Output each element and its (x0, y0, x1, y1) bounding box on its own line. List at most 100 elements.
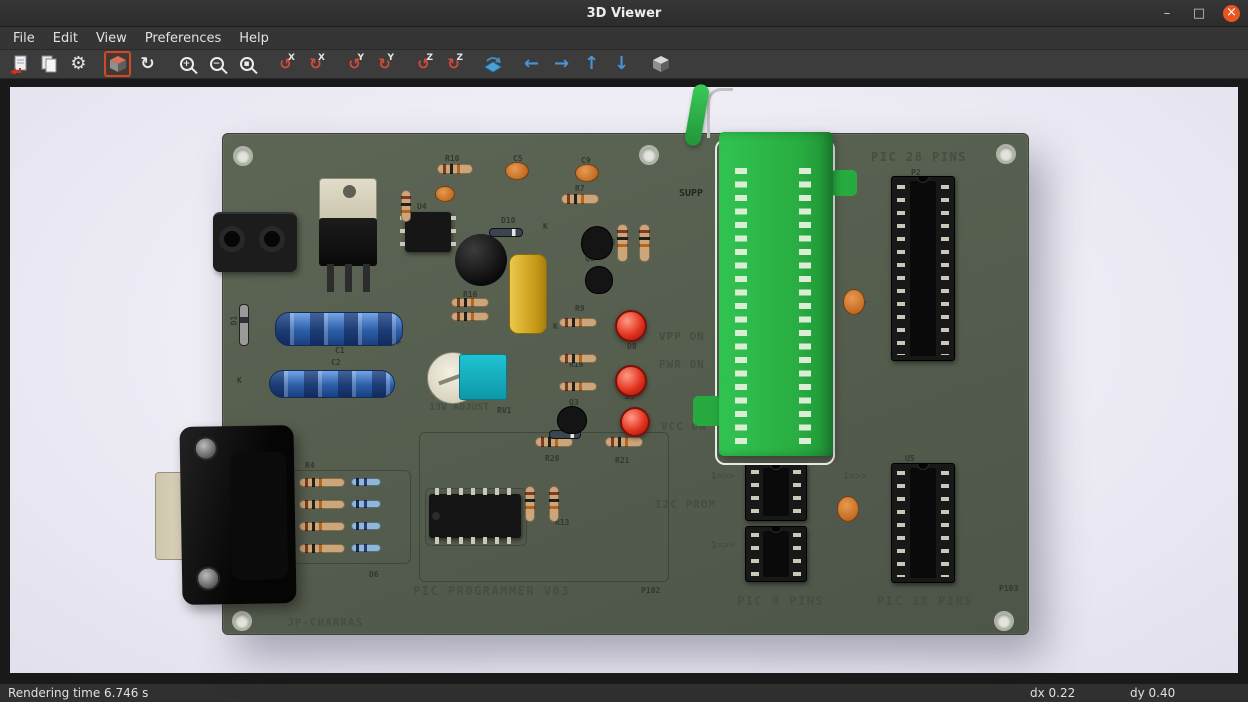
viewport-3d[interactable]: R10 C5 C9 R7 U4 D10 K R18 Q2 D1 D1 K R16… (10, 87, 1238, 673)
minimize-button[interactable]: – (1159, 6, 1175, 22)
db9-screw (196, 566, 220, 590)
socket-pins (897, 471, 905, 577)
resistor (549, 486, 559, 522)
titlebar: 3D Viewer – □ × (0, 0, 1248, 27)
capacitor-c1 (275, 312, 403, 346)
ortho-cube-icon (651, 54, 671, 74)
capacitor-round (455, 234, 507, 286)
mounting-hole (233, 146, 253, 166)
menu-view[interactable]: View (87, 28, 136, 49)
rotate-x-ccw-button[interactable]: ↺ X (272, 51, 299, 77)
silk-label: R7 (575, 184, 585, 193)
terminal-hole (219, 226, 245, 252)
move-right-button[interactable]: → (548, 51, 575, 77)
export-image-button[interactable] (5, 51, 32, 77)
rotate-y-ccw-button[interactable]: ↺ Y (341, 51, 368, 77)
menubar: File Edit View Preferences Help (0, 27, 1248, 50)
zoom-fit-button[interactable]: ▪ (233, 51, 260, 77)
ic-u3 (429, 494, 521, 538)
capacitor-yellow (509, 254, 547, 334)
socket-cavity (910, 468, 936, 578)
regulator-hole (343, 185, 356, 198)
zoom-in-button[interactable]: + (173, 51, 200, 77)
voltage-regulator-body (319, 218, 377, 266)
flip-board-button[interactable] (479, 51, 506, 77)
toolbar: ⚙ ↻ + − ▪ ↺ X ↻ X ↺ Y ↻ Y ↺ Z ↻ Z (0, 50, 1248, 79)
rotate-z-cw-button[interactable]: ↻ Z (440, 51, 467, 77)
silk-label: VPP ON (659, 330, 705, 343)
silk-label: P102 (641, 586, 660, 595)
capacitor (435, 186, 455, 202)
silk-label: D10 (501, 216, 515, 225)
ic-pins (435, 537, 515, 544)
menu-edit[interactable]: Edit (44, 28, 87, 49)
move-right-icon: → (554, 55, 569, 73)
transistor-q3 (557, 406, 587, 434)
zoom-out-button[interactable]: − (203, 51, 230, 77)
raytracing-toggle-button[interactable] (104, 51, 131, 77)
capacitor-c9 (575, 164, 599, 182)
resistor (605, 437, 643, 447)
status-dx: dx 0.22 (1030, 686, 1130, 700)
resistor (451, 298, 489, 307)
silk-label: R21 (615, 456, 629, 465)
ortho-projection-button[interactable] (647, 51, 674, 77)
display-options-button[interactable]: ⚙ (65, 51, 92, 77)
statusbar: Rendering time 6.746 s dx 0.22 dy 0.40 (0, 683, 1248, 702)
resistor (525, 486, 535, 522)
menu-file[interactable]: File (4, 28, 44, 49)
mounting-hole (232, 611, 252, 631)
diode (489, 228, 523, 237)
silk-label: C2 (331, 358, 341, 367)
led-d8 (615, 310, 647, 342)
diode (351, 478, 381, 486)
socket-pins (793, 470, 801, 516)
silk-label: PWR ON (659, 358, 705, 371)
close-button[interactable]: × (1223, 5, 1240, 22)
move-up-button[interactable]: ↑ (578, 51, 605, 77)
silk-label: R10 (445, 154, 459, 163)
socket-u5-18pin (891, 463, 955, 583)
maximize-button[interactable]: □ (1191, 6, 1207, 22)
move-left-button[interactable]: ← (518, 51, 545, 77)
ic-pins (435, 488, 515, 495)
db9-connector (179, 425, 296, 605)
socket-pins (793, 533, 801, 577)
zif-socket (719, 132, 833, 456)
resistor (299, 478, 345, 487)
silk-label: PIC 28 PINS (871, 150, 967, 164)
resistor (401, 190, 411, 222)
silk-label: U4 (417, 202, 427, 211)
rotate-y-cw-button[interactable]: ↻ Y (371, 51, 398, 77)
viewer-frame: R10 C5 C9 R7 U4 D10 K R18 Q2 D1 D1 K R16… (0, 79, 1248, 683)
transistor-q2 (581, 226, 613, 260)
diode (351, 522, 381, 530)
menu-preferences[interactable]: Preferences (136, 28, 230, 49)
silk-label: 1=>> (711, 540, 735, 551)
rotate-z-ccw-button[interactable]: ↺ Z (410, 51, 437, 77)
zif-tab (693, 396, 721, 426)
silk-label: 1=>> (843, 471, 867, 482)
regulator-lead (345, 264, 352, 292)
silk-label: JP-CHARRAS (287, 616, 363, 629)
reload-board-button[interactable]: ↻ (134, 51, 161, 77)
move-down-icon: ↓ (614, 55, 629, 73)
gear-icon: ⚙ (70, 55, 86, 73)
zif-tab (831, 170, 857, 196)
silk-label: 13V ADJUST (429, 402, 489, 413)
socket-cavity (763, 531, 789, 577)
rendering-time: Rendering time 6.746 s (8, 686, 148, 700)
zoom-in-icon: + (180, 57, 194, 71)
capacitor (837, 496, 859, 522)
copy-image-button[interactable] (35, 51, 62, 77)
silk-label: R4 (305, 461, 315, 470)
zif-holes (735, 168, 747, 444)
silk-label: K (553, 322, 558, 331)
db9-screw (194, 436, 218, 460)
socket-8pin (745, 526, 807, 582)
menu-help[interactable]: Help (230, 28, 278, 49)
move-down-button[interactable]: ↓ (608, 51, 635, 77)
rotate-x-cw-button[interactable]: ↻ X (302, 51, 329, 77)
zoom-fit-icon: ▪ (240, 57, 254, 71)
raytracing-cube-icon (108, 54, 128, 74)
